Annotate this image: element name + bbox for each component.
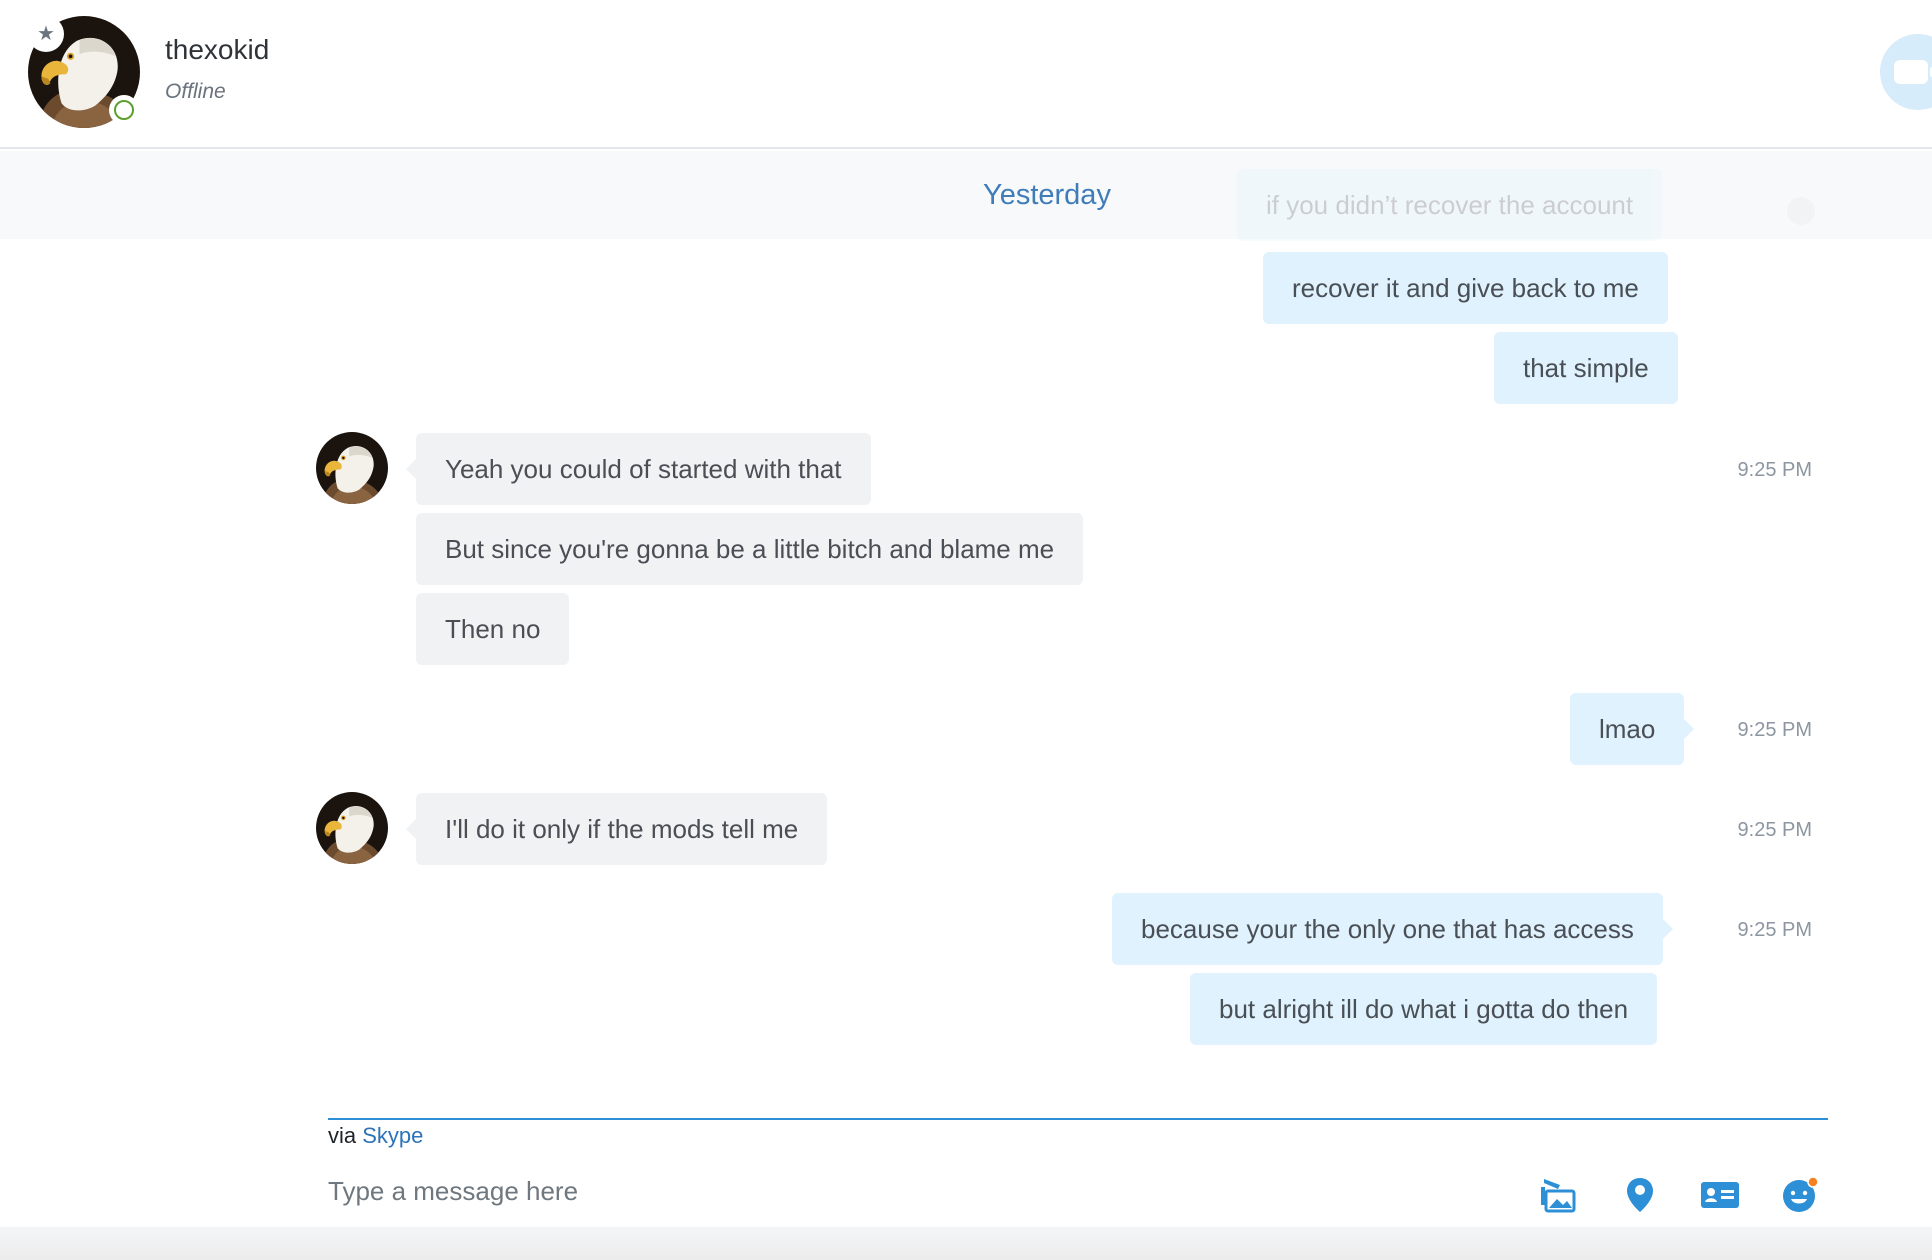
contact-status: Offline [165,80,226,103]
compose-divider [328,1118,1828,1120]
via-service-label: via Skype [328,1123,423,1149]
bald-eagle-avatar-image [316,792,388,864]
date-divider-label: Yesterday [983,179,1111,211]
share-contact-button[interactable] [1698,1173,1742,1217]
location-button[interactable] [1618,1173,1662,1217]
contact-card-icon [1701,1182,1739,1208]
sender-avatar[interactable] [316,432,388,504]
video-call-button[interactable] [1880,34,1932,110]
contact-name[interactable]: thexokid [165,34,269,66]
sender-avatar[interactable] [316,792,388,864]
emoticon-button[interactable] [1778,1173,1822,1217]
message-timestamp: 9:25 PM [1737,459,1812,481]
message-bubble[interactable]: I'll do it only if the mods tell me [405,793,828,865]
message-bubble[interactable]: that simple [1494,332,1678,404]
star-icon[interactable]: ★ [28,16,64,52]
message-bubble[interactable]: lmao [1570,693,1695,765]
media-gallery-button[interactable] [1536,1173,1580,1217]
message-input[interactable] [328,1169,1508,1213]
message-bubble[interactable]: Yeah you could of started with that [406,433,871,505]
media-gallery-icon [1541,1179,1576,1213]
conversation-header: ★ thexokid Offline [0,0,1932,149]
location-pin-icon [1627,1178,1653,1212]
message-bubble[interactable]: Then no [416,593,570,665]
presence-indicator [109,95,139,125]
via-service-link[interactable]: Skype [362,1123,423,1148]
message-list[interactable]: if you didn’t recover the account Yester… [0,151,1932,1081]
message-bubble[interactable]: because your the only one that has acces… [1112,893,1673,965]
bald-eagle-avatar-image [316,432,388,504]
emoticon-icon [1783,1176,1819,1212]
presence-ring-icon [114,100,134,120]
message-timestamp: 9:25 PM [1737,819,1812,841]
message-timestamp: 9:25 PM [1737,719,1812,741]
message-bubble[interactable]: But since you're gonna be a little bitch… [416,513,1084,585]
message-bubble[interactable]: but alright ill do what i gotta do then [1190,973,1658,1045]
compose-area: via Skype [0,1081,1932,1260]
via-prefix: via [328,1123,357,1148]
message-timestamp: 9:25 PM [1737,919,1812,941]
window-bottom-bar [0,1227,1932,1260]
message-bubble[interactable]: recover it and give back to me [1263,252,1668,324]
video-camera-icon [1894,60,1932,84]
